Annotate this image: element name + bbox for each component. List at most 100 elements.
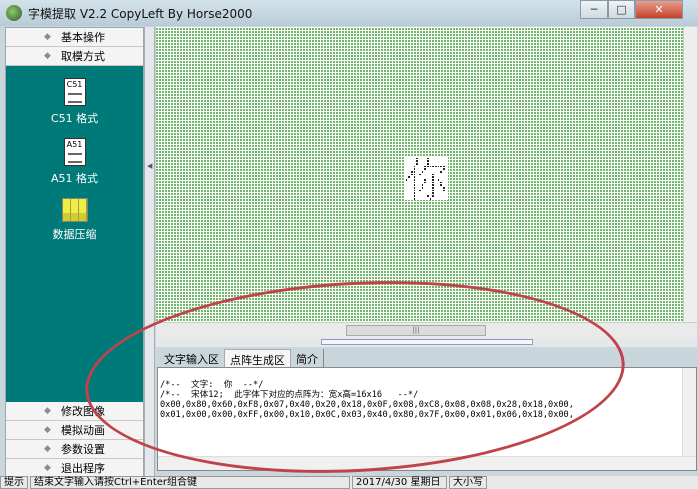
glyph-pixel[interactable] — [421, 170, 424, 173]
glyph-pixel[interactable] — [430, 158, 432, 160]
glyph-pixel[interactable] — [416, 176, 418, 178]
glyph-pixel[interactable] — [413, 195, 416, 197]
glyph-pixel[interactable] — [440, 170, 443, 173]
glyph-pixel[interactable] — [406, 171, 408, 173]
minimize-button[interactable]: ─ — [580, 0, 608, 19]
glyph-pixel[interactable] — [424, 184, 426, 186]
glyph-pixel[interactable] — [443, 171, 445, 173]
glyph-pixel[interactable] — [413, 189, 416, 192]
glyph-pixel[interactable] — [414, 158, 416, 160]
glyph-pixel[interactable] — [446, 168, 448, 170]
glyph-pixel[interactable] — [422, 195, 424, 197]
glyph-pixel[interactable] — [427, 187, 429, 189]
glyph-pixel[interactable] — [419, 158, 421, 160]
glyph-pixel[interactable] — [432, 171, 434, 173]
glyph-pixel[interactable] — [408, 168, 410, 170]
glyph-pixel[interactable] — [413, 184, 416, 187]
glyph-pixel[interactable] — [419, 176, 421, 178]
glyph-pixel[interactable] — [435, 160, 437, 162]
glyph-pixel[interactable] — [427, 162, 429, 165]
glyph-pixel[interactable] — [424, 160, 426, 162]
glyph-pixel[interactable] — [432, 198, 434, 200]
glyph-pixel[interactable] — [432, 184, 435, 187]
glyph-pixel[interactable] — [419, 184, 421, 186]
glyph-pixel[interactable] — [432, 195, 435, 197]
glyph-pixel[interactable] — [435, 158, 437, 160]
glyph-pixel[interactable] — [438, 192, 440, 194]
glyph-pixel[interactable] — [424, 195, 426, 197]
glyph-pixel[interactable] — [424, 168, 426, 170]
glyph-pixel[interactable] — [438, 176, 440, 178]
glyph-pixel[interactable] — [440, 190, 442, 192]
glyph-pixel[interactable] — [406, 166, 408, 168]
glyph-pixel[interactable] — [406, 187, 408, 189]
glyph-pixel[interactable] — [430, 184, 432, 186]
vertical-splitter[interactable]: ◀ — [144, 27, 155, 476]
glyph-pixel[interactable] — [416, 162, 418, 165]
glyph-pixel[interactable] — [410, 170, 413, 173]
glyph-pixel[interactable] — [411, 158, 413, 160]
glyph-pixel[interactable] — [408, 171, 410, 173]
glyph-pixel[interactable] — [408, 179, 410, 181]
glyph-pixel[interactable] — [408, 158, 410, 160]
glyph-pixel[interactable] — [443, 179, 445, 181]
glyph-pixel[interactable] — [446, 184, 448, 186]
glyph-pixel[interactable] — [429, 197, 432, 200]
glyph-pixel[interactable] — [411, 166, 413, 168]
glyph-pixel[interactable] — [435, 174, 437, 176]
glyph-pixel[interactable] — [424, 165, 426, 168]
glyph-pixel[interactable] — [446, 176, 448, 178]
glyph-pixel[interactable] — [424, 187, 426, 189]
glyph-pixel[interactable] — [411, 187, 413, 189]
glyph-pixel[interactable] — [427, 157, 429, 160]
glyph-pixel[interactable] — [427, 195, 429, 197]
glyph-pixel[interactable] — [419, 182, 421, 184]
glyph-pixel[interactable] — [413, 192, 416, 195]
glyph-pixel[interactable] — [424, 174, 426, 176]
glyph-pixel[interactable] — [432, 163, 434, 165]
glyph-pixel[interactable] — [437, 179, 440, 181]
glyph-pixel[interactable] — [424, 176, 426, 178]
glyph-pixel[interactable] — [427, 182, 429, 184]
glyph-pixel[interactable] — [440, 198, 442, 200]
glyph-pixel[interactable] — [432, 158, 434, 160]
glyph-pixel[interactable] — [427, 179, 429, 181]
glyph-pixel[interactable] — [438, 182, 440, 184]
glyph-pixel[interactable] — [416, 198, 418, 200]
glyph-pixel[interactable] — [446, 192, 448, 194]
glyph-pixel[interactable] — [427, 168, 429, 170]
maximize-button[interactable]: □ — [608, 0, 635, 19]
glyph-pixel[interactable] — [419, 192, 421, 194]
glyph-pixel[interactable] — [411, 190, 413, 192]
glyph-pixel[interactable] — [424, 171, 426, 173]
glyph-pixel[interactable] — [424, 163, 426, 165]
glyph-pixel[interactable] — [418, 173, 421, 176]
tab-dot-matrix[interactable]: 点阵生成区 — [224, 349, 291, 367]
glyph-pixel[interactable] — [419, 198, 421, 200]
glyph-pixel[interactable] — [422, 158, 424, 160]
glyph-pixel[interactable] — [438, 184, 440, 186]
glyph-pixel[interactable] — [411, 198, 413, 200]
glyph-pixel[interactable] — [411, 168, 413, 170]
glyph-pixel[interactable] — [411, 179, 413, 181]
glyph-pixel[interactable] — [430, 176, 432, 178]
glyph-pixel[interactable] — [438, 163, 440, 165]
glyph-pixel[interactable] — [435, 165, 437, 168]
glyph-pixel[interactable] — [424, 179, 426, 181]
glyph-pixel[interactable] — [446, 198, 448, 200]
glyph-pixel[interactable] — [432, 187, 435, 189]
glyph-pixel[interactable] — [438, 195, 440, 197]
glyph-pixel[interactable] — [430, 187, 432, 189]
glyph-pixel[interactable] — [432, 173, 435, 176]
scroll-thumb[interactable]: ||| — [346, 325, 486, 336]
glyph-pixel[interactable] — [443, 174, 445, 176]
glyph-pixel[interactable] — [411, 184, 413, 186]
glyph-pixel[interactable] — [413, 179, 416, 181]
glyph-pixel[interactable] — [435, 182, 437, 184]
glyph-pixel[interactable] — [406, 182, 408, 184]
output-textarea[interactable]: /*-- 文字: 你 --*//*-- 宋体12; 此字体下对应的点阵为：宽x高… — [157, 367, 697, 471]
glyph-pixel[interactable] — [432, 165, 435, 168]
glyph-pixel[interactable] — [438, 187, 440, 189]
glyph-pixel[interactable] — [419, 168, 421, 170]
glyph-pixel[interactable] — [430, 160, 432, 162]
